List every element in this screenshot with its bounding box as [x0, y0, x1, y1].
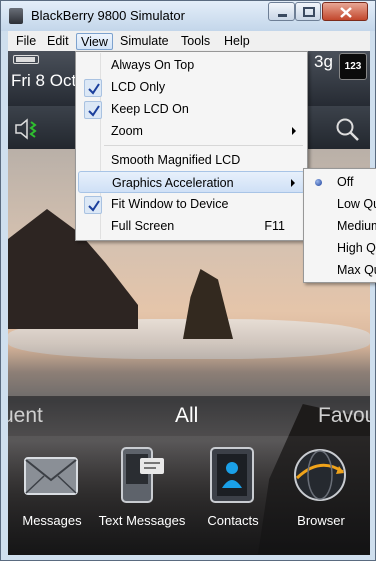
battery-icon — [13, 55, 39, 64]
menu-view[interactable]: View — [76, 33, 113, 50]
checkmark-icon — [84, 196, 102, 214]
network-indicator: 3g — [314, 52, 333, 71]
submenu-arrow-icon — [291, 179, 295, 187]
graphics-acceleration-submenu: Off Low Qu Medium High Qu Max Qu — [303, 168, 376, 283]
menu-item-label: Fit Window to Device — [111, 197, 229, 211]
tab-favourites[interactable]: Favou — [318, 404, 370, 428]
menu-item-label: Full Screen — [111, 219, 175, 233]
submenu-item-label: Off — [337, 175, 354, 189]
submenu-item-max-quality[interactable]: Max Qu — [306, 259, 376, 281]
menu-item-label: Graphics Acceleration — [112, 176, 234, 190]
tab-all[interactable]: All — [175, 404, 198, 428]
app-label: Contacts — [207, 513, 259, 528]
menu-item-label: LCD Only — [111, 80, 166, 94]
submenu-arrow-icon — [292, 127, 296, 135]
menu-file[interactable]: File — [12, 33, 40, 50]
menu-item-label: Zoom — [111, 124, 143, 138]
home-tab-bar: uent All Favou — [8, 396, 370, 436]
app-label: Text Messages — [98, 513, 186, 528]
submenu-item-low-quality[interactable]: Low Qu — [306, 193, 376, 215]
submenu-item-label: High Qu — [337, 241, 376, 255]
app-browser[interactable]: Browser — [276, 446, 366, 546]
menu-separator — [104, 145, 303, 146]
sms-icon — [121, 447, 164, 503]
menu-item-keep-lcd-on[interactable]: Keep LCD On — [78, 98, 305, 120]
search-icon[interactable] — [335, 117, 361, 143]
menu-item-lcd-only[interactable]: LCD Only — [78, 76, 305, 98]
view-menu-dropdown: Always On Top LCD Only Keep LCD On Zoom … — [75, 51, 308, 241]
envelope-icon — [24, 457, 78, 495]
app-messages[interactable]: Messages — [8, 446, 97, 546]
close-button[interactable] — [322, 2, 368, 21]
submenu-item-label: Max Qu — [337, 263, 376, 277]
menu-item-smooth-magnified-lcd[interactable]: Smooth Magnified LCD — [78, 149, 305, 171]
submenu-item-high-quality[interactable]: High Qu — [306, 237, 376, 259]
menu-bar: File Edit View Simulate Tools Help — [8, 31, 370, 51]
contacts-icon — [210, 447, 254, 503]
tab-frequent[interactable]: uent — [8, 404, 43, 428]
menu-item-full-screen[interactable]: Full Screen F11 — [78, 215, 305, 237]
menu-item-shortcut: F11 — [264, 219, 285, 233]
maximize-button[interactable] — [295, 2, 321, 21]
menu-item-graphics-acceleration[interactable]: Graphics Acceleration — [78, 171, 305, 193]
title-bar[interactable]: BlackBerry 9800 Simulator — [1, 1, 375, 31]
app-text-messages[interactable]: Text Messages — [97, 446, 187, 546]
submenu-item-medium[interactable]: Medium — [306, 215, 376, 237]
app-contacts[interactable]: Contacts — [188, 446, 278, 546]
submenu-item-off[interactable]: Off — [306, 171, 376, 193]
blackberry-app-icon — [9, 8, 23, 24]
rock — [183, 269, 233, 339]
notification-badge[interactable]: 123 — [339, 53, 367, 80]
speaker-icon[interactable] — [14, 117, 44, 141]
menu-tools[interactable]: Tools — [177, 33, 214, 50]
app-label: Messages — [22, 513, 82, 528]
simulator-window: BlackBerry 9800 Simulator File Edit View… — [0, 0, 376, 561]
menu-item-label: Smooth Magnified LCD — [111, 153, 241, 167]
menu-item-always-on-top[interactable]: Always On Top — [78, 54, 305, 76]
menu-item-fit-window-to-device[interactable]: Fit Window to Device — [78, 193, 305, 215]
menu-item-label: Keep LCD On — [111, 102, 189, 116]
checkmark-icon — [84, 101, 102, 119]
app-dock: Messages Text Messages Contacts Browser — [8, 436, 370, 555]
minimize-button[interactable] — [268, 2, 295, 21]
device-date: Fri 8 Oct — [11, 71, 77, 90]
menu-help[interactable]: Help — [220, 33, 254, 50]
menu-item-label: Always On Top — [111, 58, 195, 72]
globe-icon — [294, 449, 346, 501]
app-label: Browser — [297, 513, 345, 528]
menu-item-zoom[interactable]: Zoom — [78, 120, 305, 142]
window-title: BlackBerry 9800 Simulator — [31, 8, 185, 23]
menu-edit[interactable]: Edit — [43, 33, 73, 50]
radio-selected-icon — [315, 179, 322, 186]
submenu-item-label: Low Qu — [337, 197, 376, 211]
submenu-item-label: Medium — [337, 219, 376, 233]
checkmark-icon — [84, 79, 102, 97]
menu-simulate[interactable]: Simulate — [116, 33, 173, 50]
